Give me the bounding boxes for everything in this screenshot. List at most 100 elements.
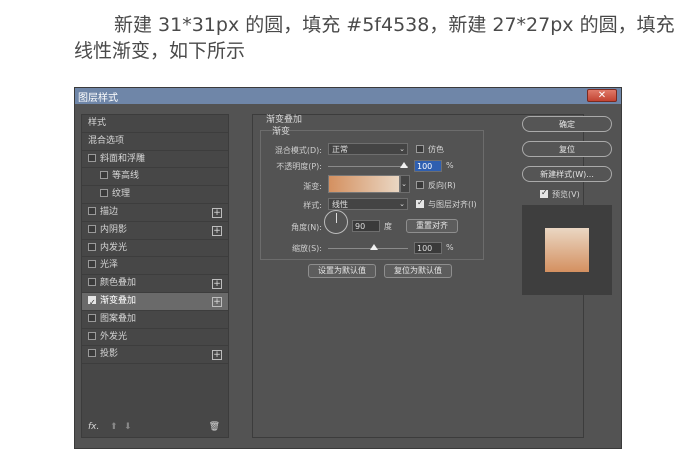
trash-icon[interactable]: 🗑 <box>209 422 220 432</box>
style-list-item[interactable]: 颜色叠加 + <box>82 275 228 293</box>
style-list-item-label: 颜色叠加 <box>100 278 137 289</box>
caption-line-2: 线性渐变，如下所示 <box>74 40 246 62</box>
ok-button[interactable]: 确定 <box>522 116 612 132</box>
move-up-icon[interactable]: ⬆ <box>110 422 118 432</box>
style-list-item[interactable]: 投影 + <box>82 346 228 365</box>
checkbox-box[interactable] <box>88 242 96 251</box>
add-icon[interactable]: + <box>212 207 222 218</box>
opacity-label: 不透明度(P): <box>276 162 322 171</box>
checkbox-box <box>416 145 424 153</box>
dialog-title: 图层样式 <box>78 93 118 104</box>
style-list-item[interactable]: 外发光 <box>82 329 228 347</box>
fx-icon[interactable]: fx. <box>88 422 99 432</box>
checkbox-box[interactable] <box>88 278 96 287</box>
checkbox-box[interactable] <box>100 171 108 180</box>
add-icon[interactable]: + <box>212 350 222 361</box>
reset-button[interactable]: 复位 <box>522 141 612 157</box>
blend-mode-select[interactable]: 正常 ⌄ <box>328 143 408 155</box>
style-list-item-label: 描边 <box>100 206 119 217</box>
checkbox-box[interactable] <box>88 153 96 162</box>
preview-checkbox[interactable]: 预览(V) <box>540 188 580 200</box>
style-list-item[interactable]: 描边 + <box>82 204 228 222</box>
style-list-item[interactable]: 等高线 <box>82 168 228 187</box>
dither-label: 仿色 <box>428 145 444 154</box>
style-list-item[interactable]: 样式 <box>82 115 228 133</box>
style-list-item-label: 混合选项 <box>88 135 125 146</box>
add-icon[interactable]: + <box>212 225 222 236</box>
style-list-item-label: 外发光 <box>100 331 128 342</box>
align-layer-label: 与图层对齐(I) <box>428 200 477 209</box>
style-list-item[interactable]: 纹理 <box>82 186 228 204</box>
scale-unit: % <box>446 243 454 252</box>
checkbox-box[interactable] <box>88 331 96 340</box>
reverse-label: 反向(R) <box>428 181 456 190</box>
reverse-checkbox[interactable]: 反向(R) <box>416 180 456 191</box>
style-list-item[interactable]: 光泽 <box>82 257 228 276</box>
chevron-down-icon: ⌄ <box>399 200 405 208</box>
checkbox-box <box>540 188 548 198</box>
checkbox-box[interactable] <box>100 189 108 198</box>
angle-dial[interactable] <box>324 210 348 234</box>
close-button[interactable]: ✕ <box>587 89 617 102</box>
style-list: 样式混合选项斜面和浮雕等高线纹理描边 + 内阴影 + 内发光光泽颜色叠加 + 渐变叠加 + 图案… <box>81 114 229 438</box>
gradient-swatch[interactable] <box>328 175 400 193</box>
reset-default-button[interactable]: 复位为默认值 <box>384 264 452 278</box>
angle-unit: 度 <box>384 222 392 231</box>
style-value: 线性 <box>332 200 348 209</box>
opacity-input[interactable]: 100 <box>414 160 442 172</box>
style-list-item[interactable]: 内发光 <box>82 240 228 258</box>
checkbox-box[interactable] <box>88 206 96 215</box>
style-list-item-label: 内阴影 <box>100 224 128 235</box>
opacity-unit: % <box>446 161 454 170</box>
checkbox-box[interactable] <box>88 260 96 269</box>
group-title: 渐变 <box>272 127 291 137</box>
scale-slider-thumb[interactable] <box>370 244 378 250</box>
style-list-item[interactable]: 混合选项 <box>82 133 228 151</box>
gradient-label: 渐变: <box>303 182 322 191</box>
preview-swatch <box>545 228 589 272</box>
angle-input[interactable]: 90 <box>352 220 380 232</box>
style-list-item[interactable]: 渐变叠加 + <box>82 292 228 311</box>
style-list-item-label: 投影 <box>100 349 119 360</box>
angle-dial-needle <box>336 213 337 223</box>
new-style-button[interactable]: 新建样式(W)... <box>522 166 612 182</box>
checkbox-box <box>416 198 424 208</box>
style-list-item[interactable]: 内阴影 + <box>82 222 228 240</box>
checkbox-box[interactable] <box>88 294 96 311</box>
chevron-down-icon: ⌄ <box>401 180 407 188</box>
checkbox-box[interactable] <box>88 313 96 322</box>
style-list-item-label: 样式 <box>88 118 107 128</box>
scale-slider[interactable] <box>328 248 408 249</box>
add-icon[interactable]: + <box>212 279 222 290</box>
set-default-button[interactable]: 设置为默认值 <box>308 264 376 278</box>
gradient-dropdown[interactable]: ⌄ <box>400 175 410 193</box>
style-label: 样式: <box>303 201 322 210</box>
scale-input[interactable]: 100 <box>414 242 442 254</box>
style-list-item-label: 斜面和浮雕 <box>100 153 146 164</box>
checkbox-box[interactable] <box>88 224 96 233</box>
move-down-icon[interactable]: ⬇ <box>124 422 132 432</box>
caption-line-1: 新建 31*31px 的圆，填充 #5f4538，新建 27*27px 的圆，填… <box>114 14 675 36</box>
align-layer-checkbox[interactable]: 与图层对齐(I) <box>416 198 477 210</box>
style-list-item[interactable]: 斜面和浮雕 <box>82 151 228 169</box>
preview-area <box>522 205 612 295</box>
style-list-item-label: 渐变叠加 <box>100 295 137 306</box>
style-list-item[interactable]: 图案叠加 <box>82 311 228 329</box>
checkbox-box[interactable] <box>88 349 96 358</box>
blend-mode-value: 正常 <box>332 145 348 154</box>
style-list-item-label: 等高线 <box>112 171 140 182</box>
style-list-item-label: 图案叠加 <box>100 313 137 324</box>
opacity-slider-thumb[interactable] <box>400 162 408 168</box>
add-icon[interactable]: + <box>212 296 222 307</box>
scale-label: 缩放(S): <box>291 244 322 253</box>
style-list-footer: fx. ⬆ ⬇ 🗑 <box>82 417 228 437</box>
dither-checkbox[interactable]: 仿色 <box>416 144 444 155</box>
preview-label: 预览(V) <box>552 190 580 199</box>
opacity-slider[interactable] <box>328 166 408 167</box>
style-select[interactable]: 线性 ⌄ <box>328 198 408 210</box>
style-list-item-label: 内发光 <box>100 242 128 253</box>
blend-mode-label: 混合模式(D): <box>274 146 322 155</box>
reset-align-button[interactable]: 重置对齐 <box>406 219 458 233</box>
style-list-item-label: 光泽 <box>100 260 119 271</box>
angle-label: 角度(N): <box>291 223 322 232</box>
